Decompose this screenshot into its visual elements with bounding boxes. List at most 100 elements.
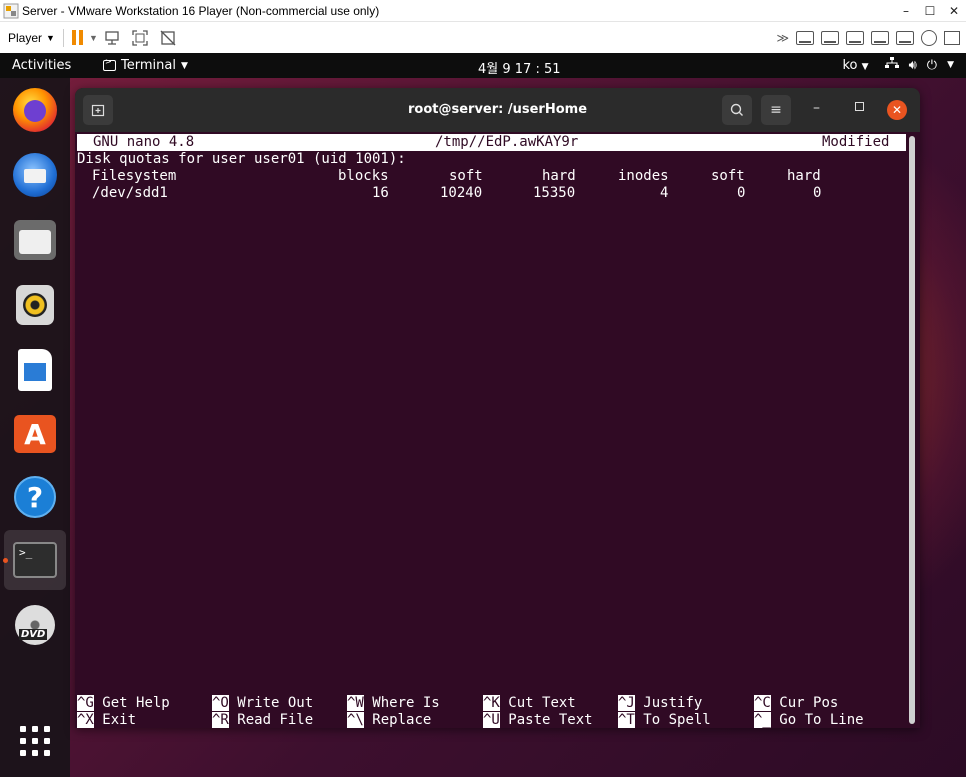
shortcut-key: ^\ — [347, 712, 364, 728]
pause-dropdown-icon[interactable]: ▼ — [89, 33, 98, 43]
hard-disk-icon[interactable] — [871, 30, 889, 45]
close-button[interactable]: ✕ — [887, 100, 907, 120]
terminal-window: root@server: /userHome ≡ – ✕ GNU nano 4.… — [75, 88, 920, 728]
nano-filename: /tmp//EdP.awKAY9r — [435, 134, 579, 150]
terminal-scrollbar[interactable] — [909, 136, 915, 724]
shortcut-cur-pos[interactable]: ^C Cur Pos — [754, 695, 838, 712]
hard-disk-icon[interactable] — [846, 30, 864, 45]
shortcut-label: To Spell — [643, 712, 711, 728]
search-button[interactable] — [722, 95, 752, 125]
show-applications-icon[interactable] — [20, 726, 50, 756]
activities-button[interactable]: Activities — [12, 58, 92, 73]
shortcut-cut-text[interactable]: ^K Cut Text — [483, 695, 576, 712]
dock-item-help[interactable]: ? — [12, 474, 58, 520]
files-icon — [14, 220, 56, 260]
column-header-filesystem: Filesystem — [92, 168, 177, 184]
shortcut-key: ^K — [483, 695, 500, 711]
terminal-icon: >_ — [13, 542, 57, 578]
input-method-button[interactable]: ko ▼ — [842, 58, 868, 73]
column-header-blocks-hard: hard — [542, 168, 576, 184]
shortcut-replace[interactable]: ^\ Replace — [347, 712, 431, 728]
pause-icon[interactable] — [71, 30, 83, 45]
minimize-button[interactable]: – — [894, 4, 918, 18]
fullscreen-icon[interactable] — [131, 29, 149, 47]
shortcut-write-out[interactable]: ^O Write Out — [212, 695, 313, 712]
hard-disk-icon[interactable] — [821, 30, 839, 45]
shortcut-exit[interactable]: ^X Exit — [77, 712, 136, 728]
shortcut-paste-text[interactable]: ^U Paste Text — [483, 712, 593, 728]
chevron-down-icon: ▼ — [46, 32, 55, 43]
app-menu-label: Terminal — [121, 58, 176, 73]
table-cell-blocks-hard: 15350 — [533, 185, 576, 201]
dock-item-dvd[interactable] — [12, 602, 58, 648]
dock-item-thunderbird[interactable] — [12, 152, 58, 198]
dock-item-files[interactable] — [12, 217, 58, 263]
thunderbird-icon — [13, 153, 57, 197]
shortcut-label: Cut Text — [508, 695, 576, 711]
chevron-down-icon: ▼ — [861, 61, 869, 72]
dock-item-software[interactable]: A — [12, 408, 58, 454]
gnome-top-bar: Activities Terminal ▼ 4월 9 17 : 51 ko ▼ … — [0, 53, 966, 78]
cd-drive-icon[interactable] — [921, 29, 937, 46]
network-icon — [884, 57, 899, 73]
shortcut-label: Cur Pos — [779, 695, 839, 711]
shortcut-key: ^R — [212, 712, 229, 728]
chevron-down-icon: ▼ — [947, 60, 954, 70]
shortcut-key: ^_ — [754, 712, 771, 728]
more-devices-icon[interactable]: ≫ — [776, 31, 789, 45]
volume-icon: 🔊︎ — [908, 57, 917, 73]
table-cell-inodes-soft: 0 — [737, 185, 746, 201]
column-header-blocks: blocks — [338, 168, 389, 184]
hamburger-menu-button[interactable]: ≡ — [761, 95, 791, 125]
column-header-blocks-soft: soft — [449, 168, 483, 184]
dock: A ? >_ — [0, 78, 70, 777]
shortcut-label: Replace — [372, 712, 432, 728]
send-ctrl-alt-del-icon[interactable] — [103, 29, 121, 47]
vmware-titlebar: Server - VMware Workstation 16 Player (N… — [0, 0, 966, 22]
shortcut-label: Read File — [237, 712, 314, 728]
shortcut-label: Get Help — [102, 695, 170, 711]
help-icon: ? — [14, 476, 56, 518]
close-button[interactable]: ✕ — [942, 4, 966, 18]
shortcut-key: ^G — [77, 695, 94, 711]
minimize-button[interactable]: – — [813, 100, 820, 116]
hard-disk-icon[interactable] — [796, 30, 814, 45]
vmware-toolbar: Player ▼ ▼ ≫ — [0, 22, 966, 53]
maximize-button[interactable]: ☐ — [918, 4, 942, 18]
quota-header-line: Disk quotas for user user01 (uid 1001): — [77, 151, 406, 167]
table-cell-blocks-soft: 10240 — [440, 185, 483, 201]
shortcut-justify[interactable]: ^J Justify — [618, 695, 702, 712]
app-menu-button[interactable]: Terminal ▼ — [103, 57, 188, 73]
system-status-menu[interactable]: 🔊︎ ⏻ ▼ — [884, 57, 954, 73]
dock-item-writer[interactable] — [12, 347, 58, 393]
shortcut-label: Exit — [102, 712, 137, 728]
chevron-down-icon: ▼ — [180, 60, 188, 71]
shortcut-where-is[interactable]: ^W Where Is — [347, 695, 440, 712]
shortcut-get-help[interactable]: ^G Get Help — [77, 695, 170, 712]
dock-item-terminal[interactable]: >_ — [12, 537, 58, 583]
unity-mode-icon[interactable] — [159, 29, 177, 47]
terminal-title: root@server: /userHome — [407, 102, 588, 117]
column-header-inodes-hard: hard — [787, 168, 821, 184]
maximize-button[interactable] — [855, 102, 864, 111]
clock[interactable]: 4월 9 17 : 51 — [478, 58, 561, 77]
column-header-inodes: inodes — [618, 168, 669, 184]
dock-item-rhythmbox[interactable] — [12, 282, 58, 328]
table-cell-inodes: 4 — [660, 185, 669, 201]
display-settings-icon[interactable] — [944, 30, 960, 45]
terminal-icon — [103, 57, 116, 71]
hard-disk-icon[interactable] — [896, 30, 914, 45]
ubuntu-desktop: Activities Terminal ▼ 4월 9 17 : 51 ko ▼ … — [0, 53, 966, 777]
shortcut-key: ^O — [212, 695, 229, 711]
shortcut-go-to-line[interactable]: ^_ Go To Line — [754, 712, 864, 728]
nano-title-bar: GNU nano 4.8 /tmp//EdP.awKAY9r Modified — [77, 134, 906, 151]
shortcut-key: ^X — [77, 712, 94, 728]
table-cell-inodes-hard: 0 — [813, 185, 822, 201]
shortcut-read-file[interactable]: ^R Read File — [212, 712, 313, 728]
player-menu-button[interactable]: Player ▼ — [8, 31, 55, 45]
dock-item-firefox[interactable] — [12, 87, 58, 133]
shortcut-key: ^W — [347, 695, 364, 711]
shortcut-to-spell[interactable]: ^T To Spell — [618, 712, 711, 728]
terminal-content[interactable]: GNU nano 4.8 /tmp//EdP.awKAY9r Modified … — [75, 132, 920, 728]
shortcut-label: Paste Text — [508, 712, 593, 728]
